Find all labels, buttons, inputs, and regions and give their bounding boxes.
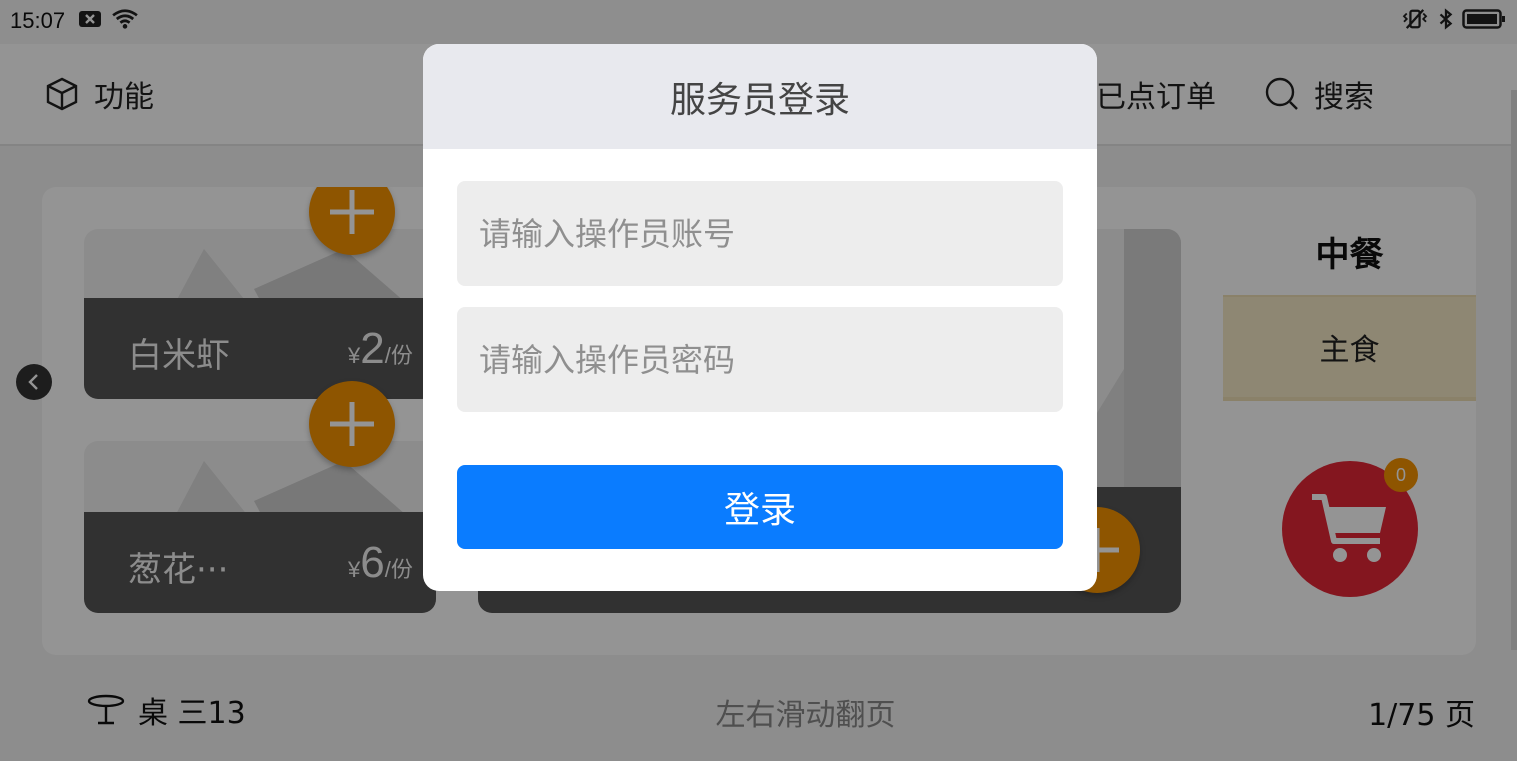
account-input[interactable]	[457, 181, 1063, 286]
dialog-header: 服务员登录	[423, 44, 1097, 149]
login-dialog: 服务员登录 登录	[423, 44, 1097, 591]
password-input[interactable]	[457, 307, 1063, 412]
dialog-title: 服务员登录	[669, 79, 850, 121]
login-button[interactable]: 登录	[457, 465, 1063, 549]
